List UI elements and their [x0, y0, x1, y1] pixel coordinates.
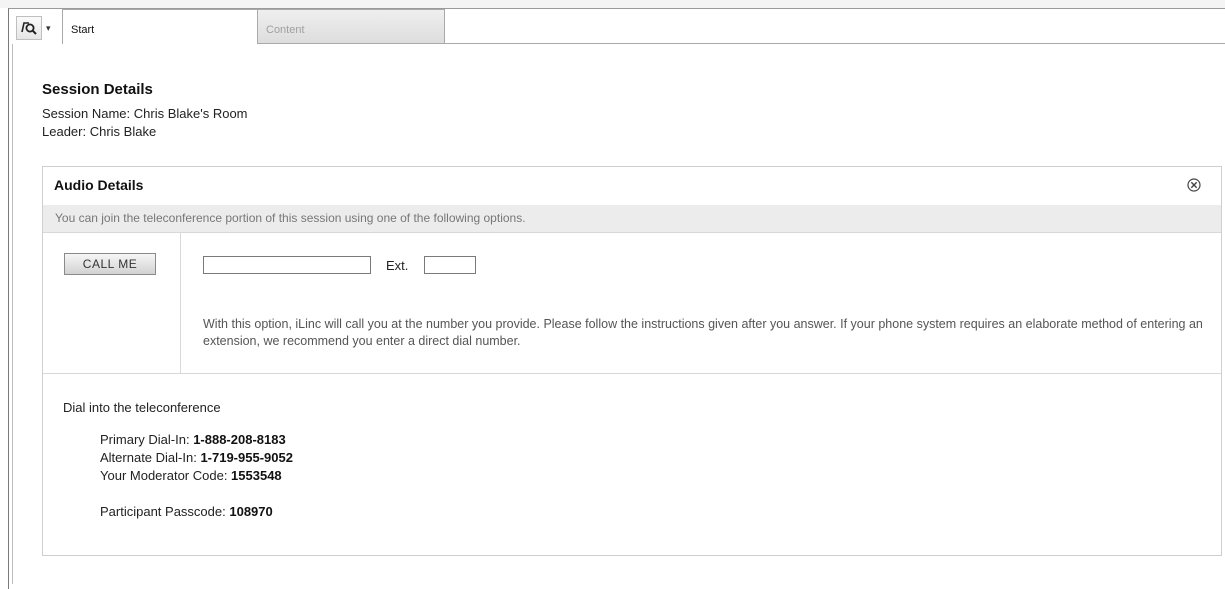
- session-leader: Leader: Chris Blake: [42, 124, 157, 139]
- participant-passcode-label: Participant Passcode:: [100, 504, 230, 519]
- session-name: Session Name: Chris Blake's Room: [42, 106, 248, 121]
- window-top-strip: [0, 0, 1225, 8]
- tab-content-label: Content: [266, 24, 305, 36]
- audio-details-panel: Audio Details You can join the teleconfe…: [42, 166, 1222, 556]
- call-me-description: With this option, iLinc will call you at…: [203, 317, 1203, 348]
- call-me-option: CALL ME Ext. With this option, iLinc wil…: [43, 233, 1221, 374]
- phone-number-input[interactable]: [203, 256, 371, 274]
- call-me-button[interactable]: CALL ME: [64, 253, 156, 275]
- tab-start[interactable]: Start: [62, 9, 258, 44]
- ext-label: Ext.: [386, 258, 409, 273]
- participant-passcode-value: 108970: [229, 504, 273, 519]
- primary-dial-in-number: 1-888-208-8183: [193, 432, 286, 447]
- chevron-down-icon: ▾: [46, 22, 51, 33]
- moderator-code: Your Moderator Code: 1553548: [100, 468, 282, 483]
- primary-dial-in: Primary Dial-In: 1-888-208-8183: [100, 432, 286, 447]
- dial-in-heading: Dial into the teleconference: [63, 400, 221, 415]
- alternate-dial-in: Alternate Dial-In: 1-719-955-9052: [100, 450, 293, 465]
- frame-divider: [12, 44, 13, 584]
- tab-baseline: [258, 43, 1225, 44]
- moderator-code-label: Your Moderator Code:: [100, 468, 232, 483]
- app-menu-button[interactable]: ▾: [16, 13, 58, 43]
- primary-dial-in-label: Primary Dial-In:: [100, 432, 194, 447]
- audio-details-title: Audio Details: [54, 177, 144, 193]
- alternate-dial-in-label: Alternate Dial-In:: [100, 450, 201, 465]
- presentation-search-icon: [16, 16, 42, 40]
- info-text: You can join the teleconference portion …: [55, 211, 526, 225]
- extension-input[interactable]: [424, 256, 476, 274]
- call-me-cell: CALL ME: [43, 233, 181, 373]
- dial-in-section: Dial into the teleconference Primary Dia…: [43, 374, 1221, 554]
- alternate-dial-in-number: 1-719-955-9052: [200, 450, 293, 465]
- session-details-heading: Session Details: [42, 81, 153, 98]
- participant-passcode: Participant Passcode: 108970: [100, 504, 273, 519]
- tab-content[interactable]: Content: [257, 9, 445, 44]
- info-bar: You can join the teleconference portion …: [43, 205, 1221, 233]
- moderator-code-value: 1553548: [231, 468, 282, 483]
- close-circle-icon[interactable]: [1187, 178, 1201, 192]
- audio-details-header: Audio Details: [43, 167, 1221, 206]
- tab-start-label: Start: [71, 24, 95, 36]
